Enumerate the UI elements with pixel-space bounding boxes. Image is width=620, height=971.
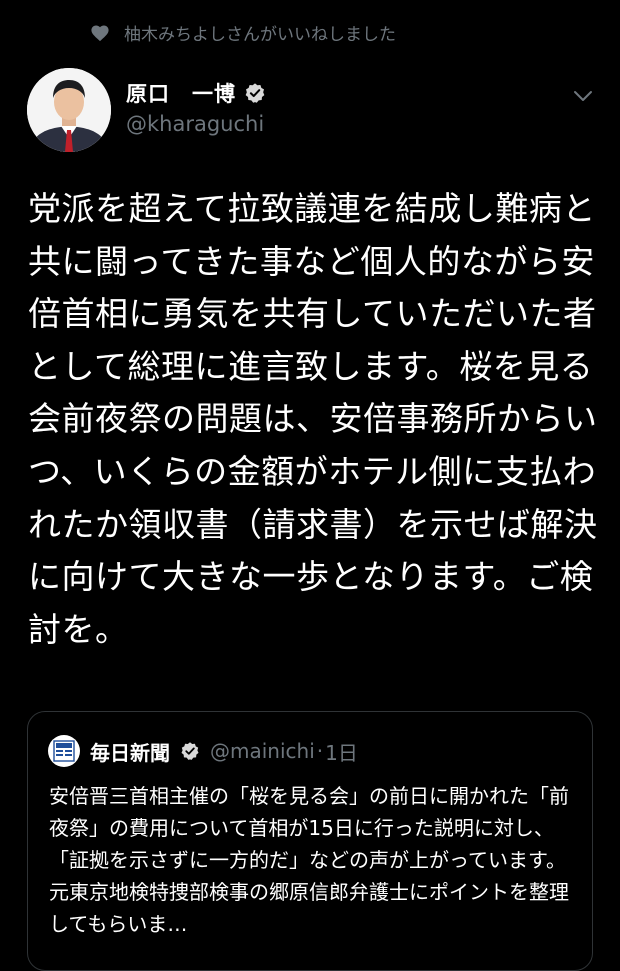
- verified-badge-icon: [244, 82, 266, 104]
- author-handle[interactable]: @kharaguchi: [126, 112, 266, 136]
- quoted-separator: ·: [316, 739, 324, 763]
- more-options-chevron-down-icon[interactable]: [570, 86, 596, 106]
- quoted-verified-badge-icon: [180, 741, 200, 761]
- social-context: 柚木みちよしさんがいいねしました: [90, 20, 396, 45]
- social-context-label: 柚木みちよしさんがいいねしました: [124, 25, 396, 45]
- author-name[interactable]: 原口 一博: [126, 78, 236, 108]
- quoted-author-name: 毎日新聞: [90, 740, 170, 765]
- heart-icon: [90, 24, 110, 42]
- author-block: 原口 一博 @kharaguchi: [126, 78, 266, 136]
- quoted-tweet-card[interactable]: 毎日新聞 @mainichi · 1日 安倍晋三首相主催の「桜を見る会」の前日に…: [27, 711, 593, 971]
- quoted-tweet-text: 安倍晋三首相主催の「桜を見る会」の前日に開かれた「前夜祭」の費用について首相が1…: [49, 784, 569, 936]
- quoted-timestamp: 1日: [325, 740, 358, 765]
- avatar[interactable]: [27, 68, 111, 152]
- newspaper-logo-icon: [48, 735, 80, 767]
- quoted-author-handle: @mainichi: [210, 739, 315, 763]
- tweet-text: 党派を超えて拉致議連を結成し難病と共に闘ってきた事など個人的ながら安倍首相に勇気…: [28, 189, 598, 649]
- quoted-tweet-header: 毎日新聞 @mainichi · 1日: [48, 735, 358, 767]
